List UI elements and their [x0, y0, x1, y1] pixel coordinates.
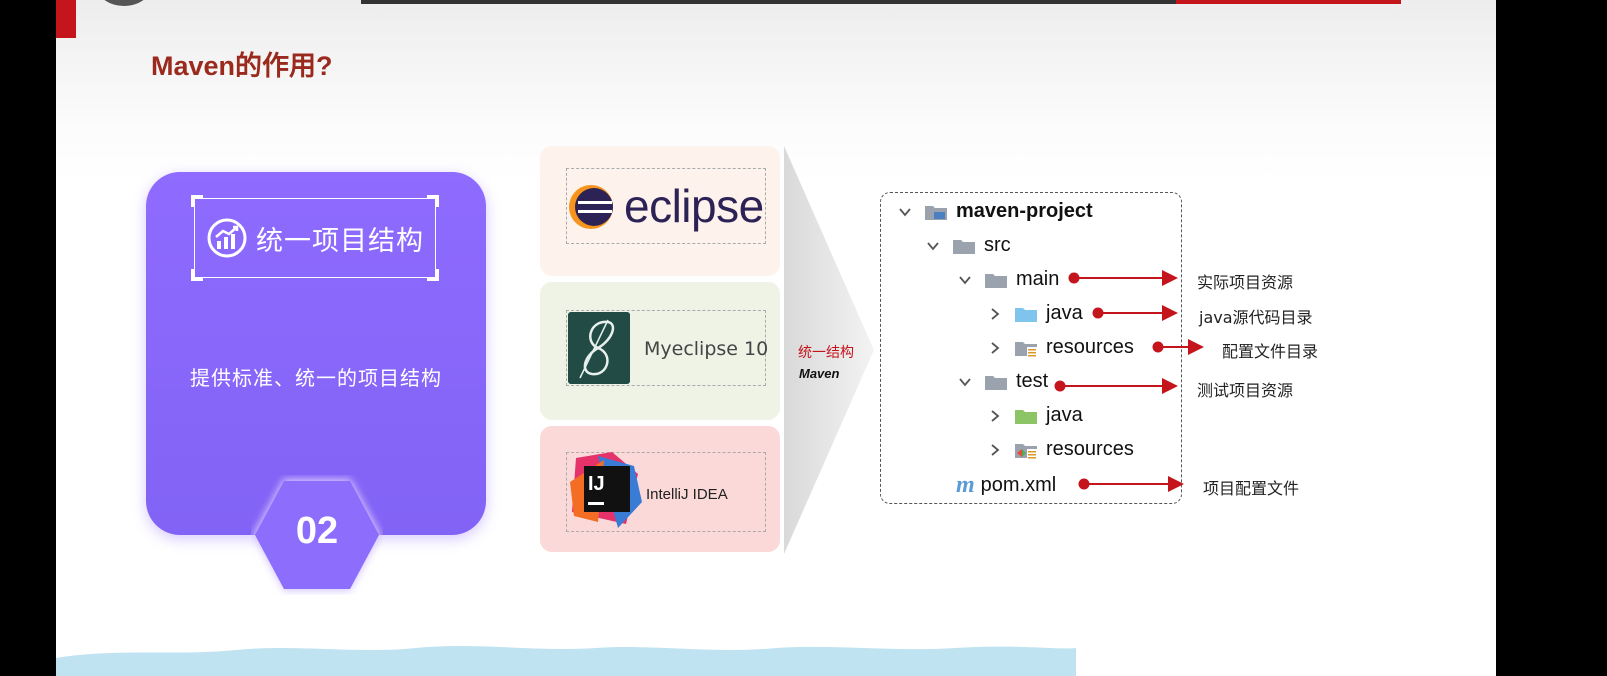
- svg-text:IJ: IJ: [588, 473, 605, 495]
- chevron-right-icon[interactable]: [988, 307, 1002, 321]
- resources-folder-icon: [1015, 341, 1037, 357]
- intellij-logo-icon: IJ: [570, 452, 642, 528]
- card-heading: 统一项目结构: [256, 225, 424, 257]
- chevron-down-icon[interactable]: [926, 239, 940, 253]
- tree-label: test: [1016, 370, 1049, 392]
- tree-label: resources: [1046, 336, 1134, 358]
- tree-row-main-java[interactable]: java: [988, 302, 1083, 325]
- card-heading-frame: 统一项目结构: [191, 195, 439, 281]
- module-folder-icon: [925, 205, 947, 220]
- logo-circle-decoration: [98, 0, 150, 6]
- intellij-panel: IJ IntelliJ IDEA: [540, 426, 780, 552]
- folder-icon: [953, 239, 975, 254]
- wave-decoration: [56, 646, 1076, 676]
- tree-label: pom.xml: [980, 474, 1057, 496]
- note-java: java源代码目录: [1199, 308, 1313, 327]
- slide: Maven的作用? 统一项目结构 提供标准、统一的项目结构 02 eclipse…: [56, 0, 1496, 676]
- test-source-folder-icon: [1015, 409, 1037, 424]
- tree-row-test-resources[interactable]: resources: [988, 438, 1134, 461]
- red-corner-decoration: [56, 0, 76, 38]
- myeclipse-panel: Myeclipse 10: [540, 282, 780, 420]
- note-resources: 配置文件目录: [1222, 342, 1319, 361]
- note-test: 测试项目资源: [1197, 381, 1294, 400]
- arrow-label: 统一结构: [798, 345, 854, 361]
- myeclipse-label: Myeclipse 10: [644, 338, 769, 360]
- note-pom: 项目配置文件: [1203, 479, 1300, 498]
- chevron-right-icon[interactable]: [988, 341, 1002, 355]
- intellij-label: IntelliJ IDEA: [646, 486, 728, 503]
- myeclipse-logo-icon: [568, 312, 630, 384]
- note-main: 实际项目资源: [1197, 273, 1294, 292]
- tree-label: java: [1046, 404, 1083, 426]
- chart-up-icon: [207, 218, 247, 258]
- chevron-down-icon[interactable]: [958, 273, 972, 287]
- card-number: 02: [295, 510, 339, 552]
- folder-icon: [985, 375, 1007, 390]
- folder-icon: [985, 273, 1007, 288]
- chevron-down-icon[interactable]: [958, 375, 972, 389]
- eclipse-label: eclipse: [624, 180, 764, 232]
- tree-row-pom[interactable]: m pom.xml: [956, 472, 1056, 499]
- tree-row-main-resources[interactable]: resources: [988, 336, 1134, 359]
- tree-label: maven-project: [956, 200, 1093, 222]
- chevron-right-icon[interactable]: [988, 409, 1002, 423]
- tree-label: main: [1016, 268, 1060, 290]
- top-rule-accent: [1176, 0, 1401, 4]
- maven-file-icon: m: [956, 472, 975, 498]
- slide-title: Maven的作用?: [151, 51, 333, 81]
- chevron-right-icon[interactable]: [988, 443, 1002, 457]
- test-resources-folder-icon: [1015, 443, 1037, 459]
- maven-logo-text: Maven: [799, 366, 840, 381]
- eclipse-panel: eclipse: [540, 146, 780, 276]
- tree-row-test[interactable]: test: [958, 370, 1048, 393]
- tree-row-src[interactable]: src: [926, 234, 1011, 257]
- tree-label: src: [984, 234, 1011, 256]
- eclipse-logo-icon: [569, 185, 613, 229]
- chevron-down-icon[interactable]: [898, 205, 912, 219]
- tree-label: java: [1046, 302, 1083, 324]
- tree-label: resources: [1046, 438, 1134, 460]
- tree-row-main[interactable]: main: [958, 268, 1059, 291]
- tree-row-test-java[interactable]: java: [988, 404, 1083, 427]
- source-folder-icon: [1015, 307, 1037, 322]
- tree-row-maven-project[interactable]: maven-project: [898, 200, 1093, 223]
- card-description: 提供标准、统一的项目结构: [190, 366, 442, 390]
